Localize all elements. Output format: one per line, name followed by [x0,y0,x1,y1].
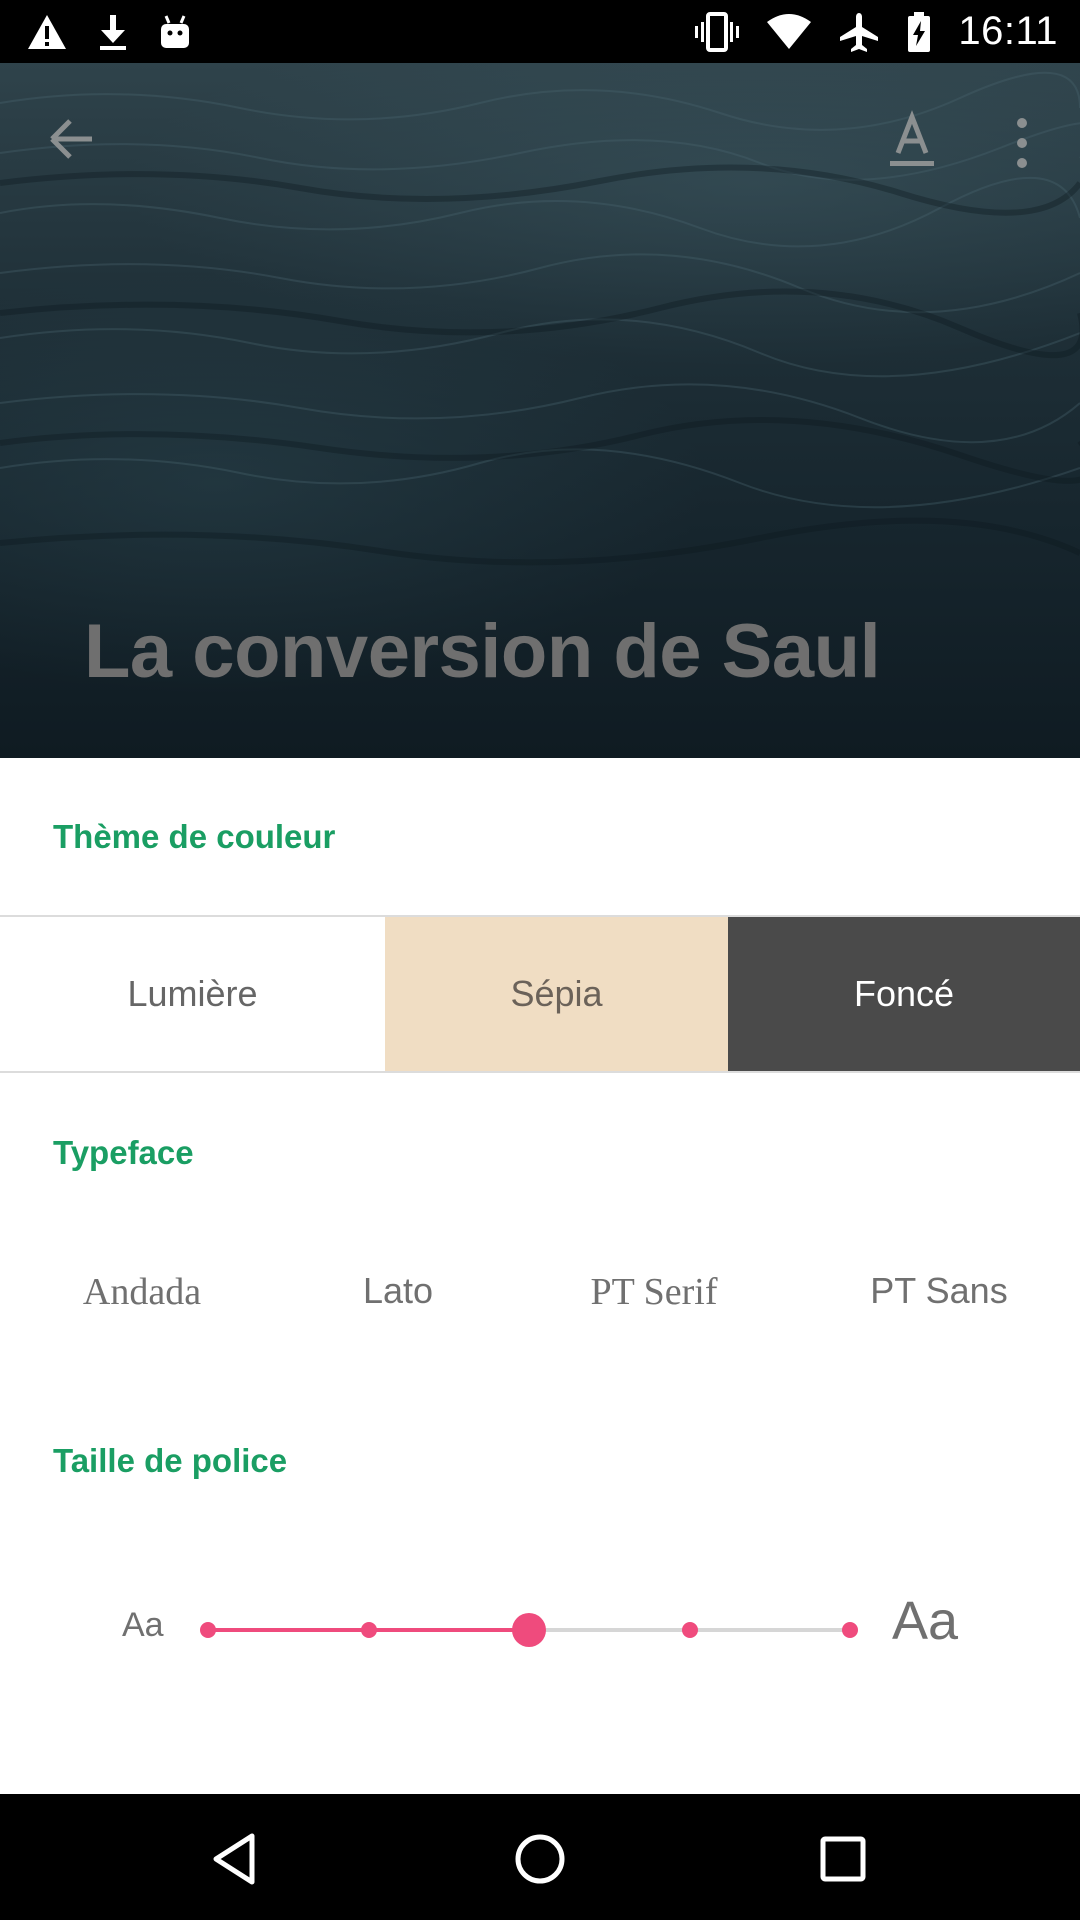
typeface-pt-serif[interactable]: PT Serif [590,1270,717,1314]
slider-step-dot[interactable] [681,1622,698,1638]
airplane-icon [838,11,880,53]
article-header-image: La conversion de Saul [0,63,1080,758]
text-format-icon[interactable] [876,107,948,179]
font-size-slider[interactable] [200,1613,858,1647]
android-icon [158,14,192,50]
home-circle-icon[interactable] [505,1824,575,1894]
article-title: La conversion de Saul [84,609,881,694]
download-icon [98,13,128,51]
theme-selector: Lumière Sépia Foncé [0,915,1080,1073]
warning-icon [26,13,68,51]
slider-step-dot[interactable] [200,1622,216,1638]
wifi-icon [766,13,812,50]
app-toolbar [0,63,1080,208]
typeface-pt-sans[interactable]: PT Sans [870,1270,1007,1312]
navigation-bar [0,1794,1080,1920]
font-size-control: Aa Aa [0,1590,1080,1670]
theme-sepia-button[interactable]: Sépia [385,917,728,1071]
status-bar-left [26,13,192,51]
theme-section-label: Thème de couleur [53,818,336,855]
arrow-back-icon[interactable] [40,107,104,171]
battery-icon [906,11,932,53]
font-size-large-label: Aa [892,1591,959,1651]
font-size-small-label: Aa [122,1606,164,1644]
typeface-andada[interactable]: Andada [83,1270,201,1314]
more-vert-icon[interactable] [998,107,1046,179]
vibrate-icon [694,11,740,52]
status-bar: 16:11 [0,0,1080,63]
recents-square-icon[interactable] [808,1824,878,1894]
status-time: 16:11 [958,9,1058,53]
theme-dark-button[interactable]: Foncé [728,917,1080,1071]
slider-step-dot[interactable] [360,1622,377,1638]
back-triangle-icon[interactable] [202,1824,272,1894]
theme-light-button[interactable]: Lumière [0,917,385,1071]
typeface-selector: Andada Lato PT Serif PT Sans [0,1270,1080,1340]
typeface-section-label: Typeface [53,1134,194,1171]
slider-thumb[interactable] [512,1613,546,1647]
status-bar-right: 16:11 [694,9,1058,54]
font-size-section-label: Taille de police [53,1442,288,1479]
slider-step-dot[interactable] [842,1622,858,1638]
typeface-lato[interactable]: Lato [363,1270,433,1312]
